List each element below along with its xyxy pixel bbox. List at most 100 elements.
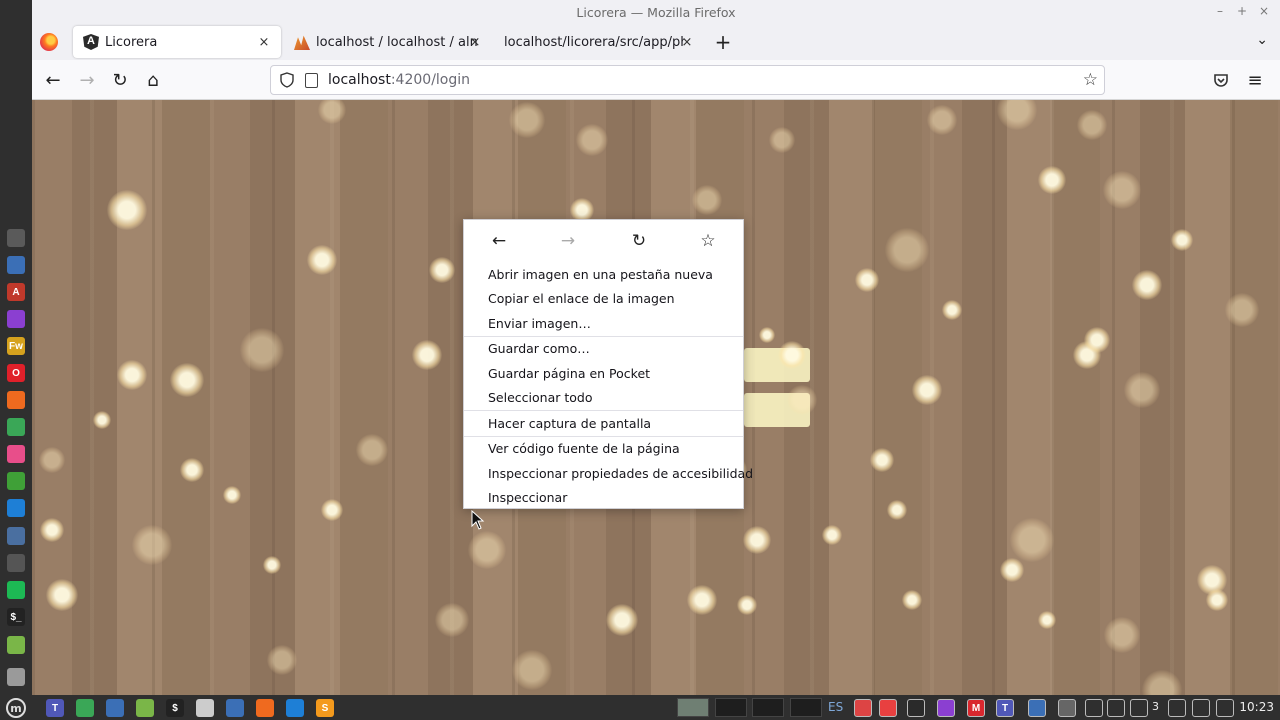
context-back-button[interactable]: ← — [488, 231, 510, 251]
teams-icon[interactable]: T — [46, 699, 64, 717]
folder-icon[interactable] — [136, 699, 154, 717]
bokeh-light — [267, 645, 297, 675]
vscode-icon[interactable] — [286, 699, 304, 717]
pocket-icon[interactable] — [1213, 72, 1229, 88]
teams-icon[interactable]: T — [996, 699, 1014, 717]
bluetooth-icon[interactable] — [1085, 699, 1103, 717]
workspace-3[interactable] — [752, 698, 784, 717]
context-menu-item[interactable]: Abrir imagen en una pestaña nueva — [464, 262, 743, 287]
tab-licorera[interactable]: Licorera × — [73, 26, 281, 58]
clipboard-icon[interactable] — [1216, 699, 1234, 717]
workspace-4[interactable] — [790, 698, 822, 717]
context-bookmark-button[interactable]: ☆ — [697, 231, 719, 251]
new-tab-button[interactable]: + — [712, 30, 734, 54]
sublime-icon[interactable]: S — [316, 699, 334, 717]
bokeh-light — [1171, 229, 1193, 251]
screen-icon[interactable] — [7, 554, 25, 572]
close-window-button[interactable]: × — [1256, 3, 1272, 19]
firefox-icon[interactable] — [7, 391, 25, 409]
forward-button[interactable]: → — [75, 68, 99, 92]
mail-icon[interactable] — [106, 699, 124, 717]
context-menu-item[interactable]: Guardar como… — [464, 337, 743, 362]
bokeh-light — [778, 341, 806, 369]
screenshot-icon[interactable] — [226, 699, 244, 717]
terminal-icon[interactable]: $ — [166, 699, 184, 717]
bookmark-star-icon[interactable]: ☆ — [1083, 70, 1098, 90]
context-menu-item[interactable]: Enviar imagen… — [464, 311, 743, 336]
volume-icon[interactable] — [1192, 699, 1210, 717]
bottom-panel: m ES 3 10:23 T $ S M T — [0, 695, 1280, 720]
chrome-icon[interactable] — [7, 418, 25, 436]
reload-button[interactable]: ↻ — [108, 68, 132, 92]
calculator-icon[interactable] — [7, 229, 25, 247]
context-menu-item[interactable]: Seleccionar todo — [464, 386, 743, 411]
context-menu-item[interactable]: Inspeccionar propiedades de accesibilida… — [464, 461, 753, 486]
clock[interactable]: 10:23 — [1239, 700, 1274, 714]
pdf-icon[interactable]: A — [7, 283, 25, 301]
back-button[interactable]: ← — [41, 68, 65, 92]
mint-menu-icon[interactable]: m — [6, 698, 26, 718]
network-badge-icon[interactable] — [1130, 699, 1148, 717]
context-reload-button[interactable]: ↻ — [628, 231, 650, 251]
firefox-dev-icon[interactable] — [937, 699, 955, 717]
url-text[interactable]: localhost:4200/login — [328, 72, 470, 88]
mail-icon[interactable] — [7, 256, 25, 274]
firefox-dev-icon[interactable] — [7, 310, 25, 328]
fireworks-icon[interactable]: Fw — [7, 337, 25, 355]
bokeh-light — [93, 411, 111, 429]
vscode-icon[interactable] — [7, 499, 25, 517]
shield-icon[interactable] — [1107, 699, 1125, 717]
context-menu-item[interactable]: Hacer captura de pantalla — [464, 411, 743, 436]
bokeh-light — [429, 257, 455, 283]
context-menu-item[interactable]: Ver código fuente de la página — [464, 437, 743, 462]
context-menu-item[interactable]: Guardar página en Pocket — [464, 361, 743, 386]
bokeh-light — [787, 385, 817, 415]
clock-icon[interactable] — [854, 699, 872, 717]
address-bar[interactable]: localhost:4200/login ☆ — [270, 65, 1105, 95]
trash-icon[interactable] — [7, 668, 25, 686]
maximize-button[interactable]: + — [1234, 3, 1250, 19]
window-title: Licorera — Mozilla Firefox — [576, 4, 736, 20]
page-info-icon[interactable] — [305, 72, 318, 88]
terminal-icon[interactable]: $_ — [7, 608, 25, 626]
bokeh-light — [902, 590, 922, 610]
keyboard-layout-indicator[interactable]: ES — [828, 700, 843, 714]
anydesk-icon[interactable] — [879, 699, 897, 717]
close-tab-icon[interactable]: × — [466, 33, 484, 51]
dropbox-icon[interactable] — [907, 699, 925, 717]
mega-icon[interactable]: M — [967, 699, 985, 717]
spotify-icon[interactable] — [7, 581, 25, 599]
drive-icon[interactable] — [1058, 699, 1076, 717]
context-menu: ← → ↻ ☆ Abrir imagen en una pestaña nuev… — [463, 219, 753, 511]
settings-icon[interactable] — [196, 699, 214, 717]
home-button[interactable]: ⌂ — [141, 68, 165, 92]
firefox-icon[interactable] — [256, 699, 274, 717]
folder-icon[interactable] — [7, 636, 25, 654]
mongodb-icon[interactable] — [7, 472, 25, 490]
minimize-button[interactable]: – — [1212, 3, 1228, 19]
opera-icon[interactable]: O — [7, 364, 25, 382]
bokeh-light — [1124, 372, 1160, 408]
app-menu-button[interactable]: ≡ — [1243, 68, 1267, 92]
app-icon[interactable] — [7, 445, 25, 463]
context-menu-item[interactable]: Inspeccionar — [464, 486, 743, 511]
screenshot-icon[interactable] — [1028, 699, 1046, 717]
context-menu-item[interactable]: Copiar el enlace de la imagen — [464, 287, 743, 312]
tracking-protection-icon[interactable] — [279, 72, 295, 88]
close-tab-icon[interactable]: × — [255, 33, 273, 51]
firefox-view-icon[interactable] — [40, 33, 58, 51]
bokeh-light — [46, 579, 78, 611]
bokeh-light — [117, 360, 147, 390]
wifi-icon[interactable] — [1168, 699, 1186, 717]
context-forward-button[interactable]: → — [557, 231, 579, 251]
bokeh-light — [769, 127, 795, 153]
tab-phpmyadmin[interactable]: localhost / localhost / almac × — [284, 26, 492, 58]
workspace-2[interactable] — [715, 698, 747, 717]
workspace-1[interactable] — [677, 698, 709, 717]
tab-php-source[interactable]: localhost/licorera/src/app/php/ × — [494, 26, 704, 58]
bokeh-light — [885, 228, 929, 272]
update-icon[interactable] — [76, 699, 94, 717]
list-all-tabs-button[interactable]: ⌄ — [1256, 32, 1268, 48]
close-tab-icon[interactable]: × — [678, 33, 696, 51]
settings-icon[interactable] — [7, 527, 25, 545]
